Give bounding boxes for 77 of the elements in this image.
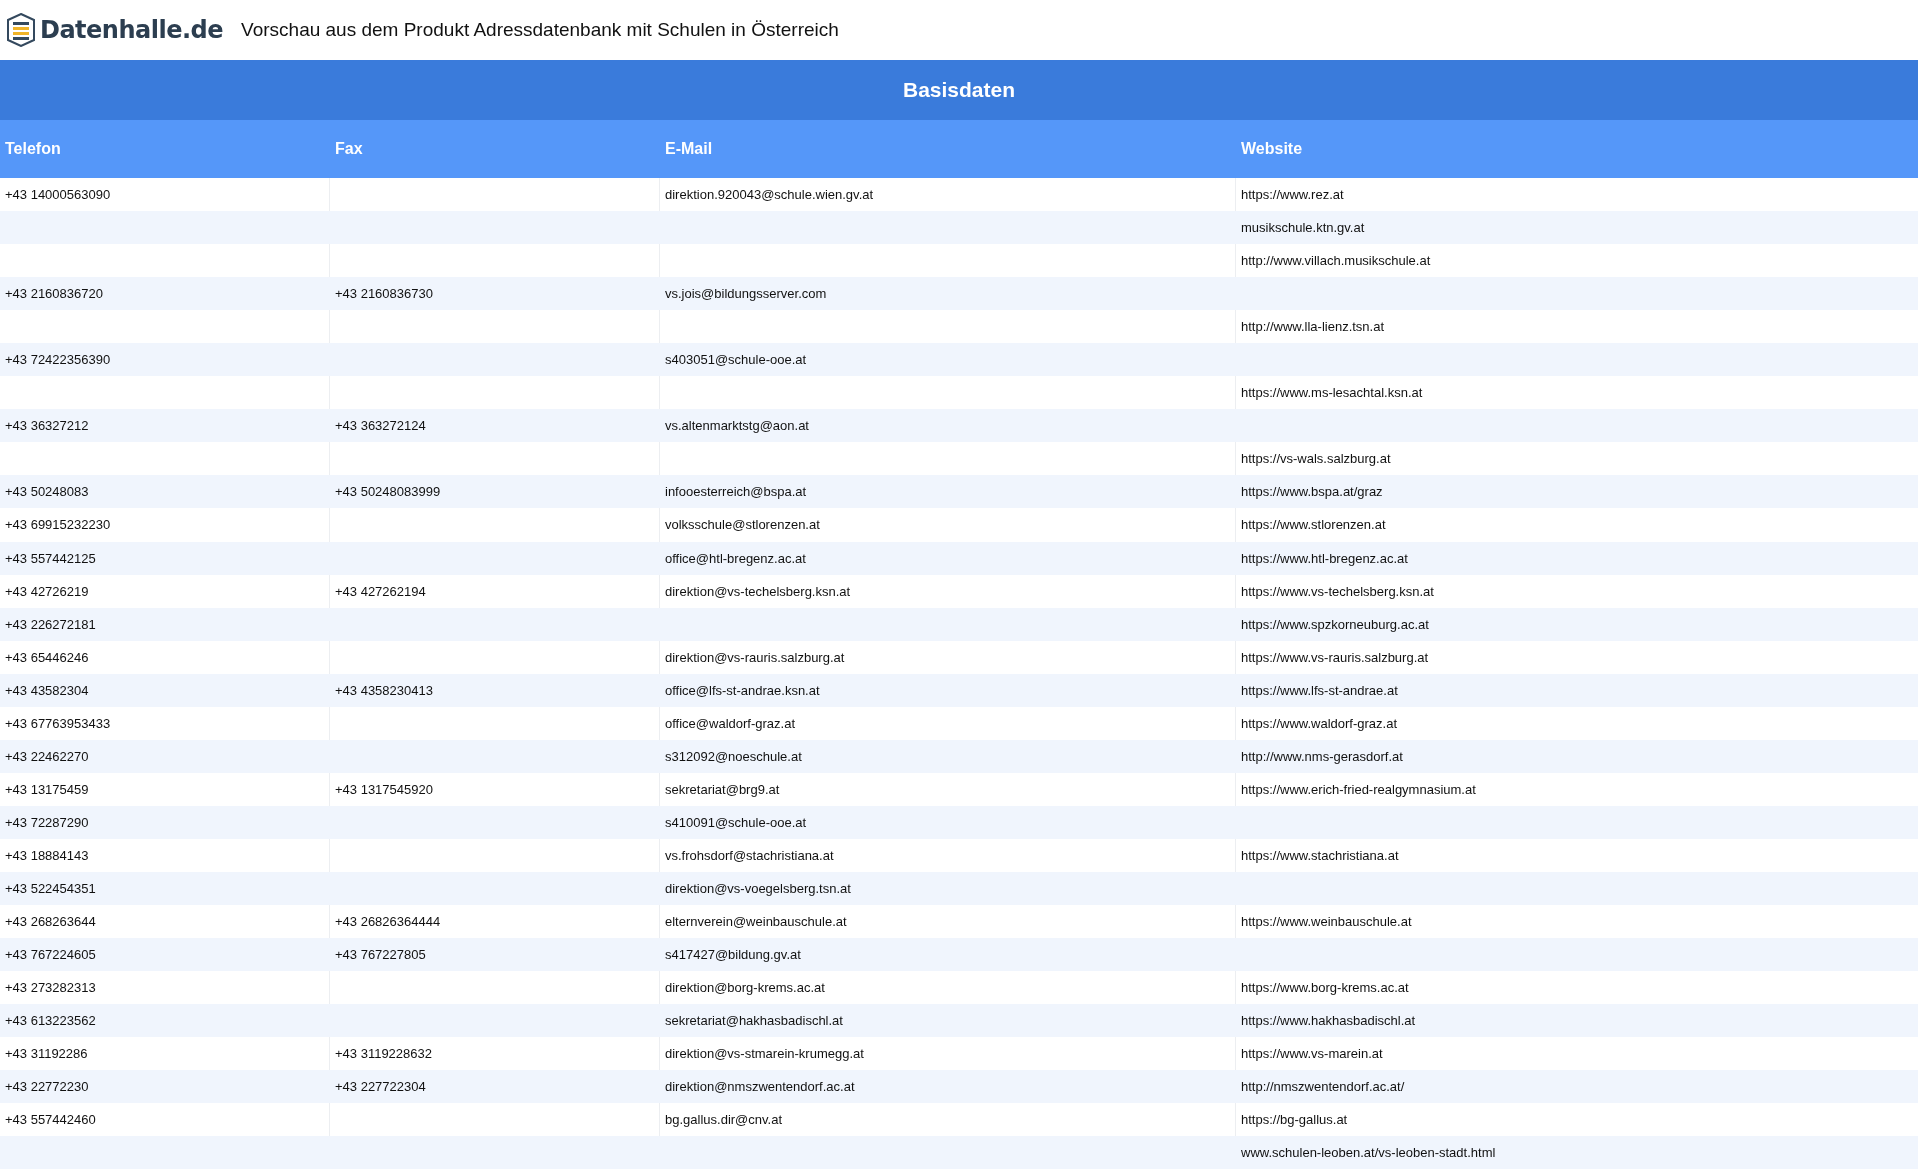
table-cell: direktion@vs-techelsberg.ksn.at xyxy=(660,574,1236,608)
table-cell: +43 427262194 xyxy=(330,574,660,608)
table-cell-text: https://www.spzkorneuburg.ac.at xyxy=(1240,615,1430,634)
table-cell-text: office@lfs-st-andrae.ksn.at xyxy=(664,681,821,700)
table-cell: +43 1317545920 xyxy=(330,772,660,806)
table-cell-text: http://www.villach.musikschule.at xyxy=(1240,252,1432,271)
table-cell-text: +43 613223562 xyxy=(4,1012,97,1031)
table-cell-text: https://www.stachristiana.at xyxy=(1240,846,1400,865)
table-cell-text: https://www.vs-rauris.salzburg.at xyxy=(1240,648,1430,667)
table-title: Basisdaten xyxy=(0,60,1918,120)
table-cell-text: vs.altenmarktstg@aon.at xyxy=(664,417,810,436)
table-cell-text: s403051@schule-ooe.at xyxy=(664,351,808,370)
column-header: Website xyxy=(1236,120,1918,178)
table-cell-text: http://www.nms-gerasdorf.at xyxy=(1240,747,1404,766)
table-cell-text: infooesterreich@bspa.at xyxy=(664,483,808,502)
table-cell-text: https://www.vs-techelsberg.ksn.at xyxy=(1240,582,1435,601)
server-stack-icon xyxy=(6,13,36,47)
table-cell-text: +43 227722304 xyxy=(334,1078,427,1097)
table-cell-text: +43 767224605 xyxy=(4,946,97,965)
table-cell-text: +43 22772230 xyxy=(4,1078,90,1097)
table-cell-text: https://www.stlorenzen.at xyxy=(1240,516,1387,535)
table-cell-text: +43 226272181 xyxy=(4,615,97,634)
table-cell: +43 65446246 xyxy=(0,640,330,674)
table-cell-text: vs.jois@bildungsserver.com xyxy=(664,285,828,304)
table-cell-text: office@htl-bregenz.ac.at xyxy=(664,549,807,568)
table-cell: +43 67763953433 xyxy=(0,706,330,740)
table-cell-text: direktion@nmszwentendorf.ac.at xyxy=(664,1078,856,1097)
table-cell-text: +43 72422356390 xyxy=(4,351,112,370)
table-cell-text: +43 2160836730 xyxy=(334,285,434,304)
column-header: E-Mail xyxy=(660,120,1236,178)
table-cell-text: +43 363272124 xyxy=(334,417,427,436)
table-cell-text: +43 50248083999 xyxy=(334,483,442,502)
table-cell-text: +43 22462270 xyxy=(4,747,90,766)
logo-text[interactable]: Datenhalle.de xyxy=(40,16,224,44)
page-title: Vorschau aus dem Produkt Adressdatenbank mit Schulen in Österreich xyxy=(241,19,839,41)
table-cell-text: https://www.weinbauschule.at xyxy=(1240,913,1413,932)
table-cell: office@waldorf-graz.at xyxy=(660,706,1236,740)
table-cell-text: sekretariat@hakhasbadischl.at xyxy=(664,1012,844,1031)
table-cell-text: direktion@vs-voegelsberg.tsn.at xyxy=(664,880,852,898)
table-cell-text: +43 50248083 xyxy=(4,483,90,502)
table-cell-text: https://www.hakhasbadischl.at xyxy=(1240,1012,1417,1031)
table-cell: vs.frohsdorf@stachristiana.at xyxy=(660,838,1236,872)
table-cell-text: https://www.lfs-st-andrae.at xyxy=(1240,681,1399,700)
table-cell-text: +43 36327212 xyxy=(4,417,90,436)
table-cell: +43 13175459 xyxy=(0,772,330,806)
table-cell-text: +43 557442125 xyxy=(4,549,97,568)
table-cell-text: +43 767227805 xyxy=(334,946,427,965)
table-cell-text: +43 4358230413 xyxy=(334,681,434,700)
table-cell: +43 42726219 xyxy=(0,574,330,608)
column-header: Telefon xyxy=(0,120,330,178)
table-cell-text: http://www.lla-lienz.tsn.at xyxy=(1240,318,1386,337)
table-cell-text: www.schulen-leoben.at/vs-leoben-stadt.html xyxy=(1240,1144,1497,1163)
table-cell-text: http://nmszwentendorf.ac.at/ xyxy=(1240,1078,1406,1097)
table-cell-text: https://www.vs-marein.at xyxy=(1240,1045,1384,1064)
table-cell-text: https://www.erich-fried-realgymnasium.at xyxy=(1240,780,1477,799)
table-cell-text: +43 522454351 xyxy=(4,880,97,898)
table-cell-text: https://bg-gallus.at xyxy=(1240,1111,1349,1130)
table-cell-text: s417427@bildung.gv.at xyxy=(664,946,802,965)
table-cell: sekretariat@brg9.at xyxy=(660,772,1236,806)
table-cell-text: +43 43582304 xyxy=(4,681,90,700)
table-cell-text: s410091@schule-ooe.at xyxy=(664,813,808,832)
table-cell-text: https://www.rez.at xyxy=(1240,186,1345,204)
table-cell: +43 18884143 xyxy=(0,838,330,872)
table-cell-text: https://www.waldorf-graz.at xyxy=(1240,714,1399,733)
column-header: Fax xyxy=(330,120,660,178)
table-cell-text: https://www.bspa.at/graz xyxy=(1240,483,1384,502)
table-cell: direktion@vs-rauris.salzburg.at xyxy=(660,640,1236,674)
table-cell: volksschule@stlorenzen.at xyxy=(660,508,1236,542)
table-cell-text: https://www.htl-bregenz.ac.at xyxy=(1240,549,1409,568)
table-cell-text: s312092@noeschule.at xyxy=(664,747,803,766)
table-cell-text: https://www.borg-krems.ac.at xyxy=(1240,979,1410,998)
table-cell-text: musikschule.ktn.gv.at xyxy=(1240,219,1366,238)
table-cell-text: https://www.ms-lesachtal.ksn.at xyxy=(1240,384,1424,403)
table-cell: +43 69915232230 xyxy=(0,508,330,542)
table-cell-text: +43 72287290 xyxy=(4,813,90,832)
table-cell-text: +43 2160836720 xyxy=(4,285,104,304)
table-cell-text: https://vs-wals.salzburg.at xyxy=(1240,450,1392,469)
